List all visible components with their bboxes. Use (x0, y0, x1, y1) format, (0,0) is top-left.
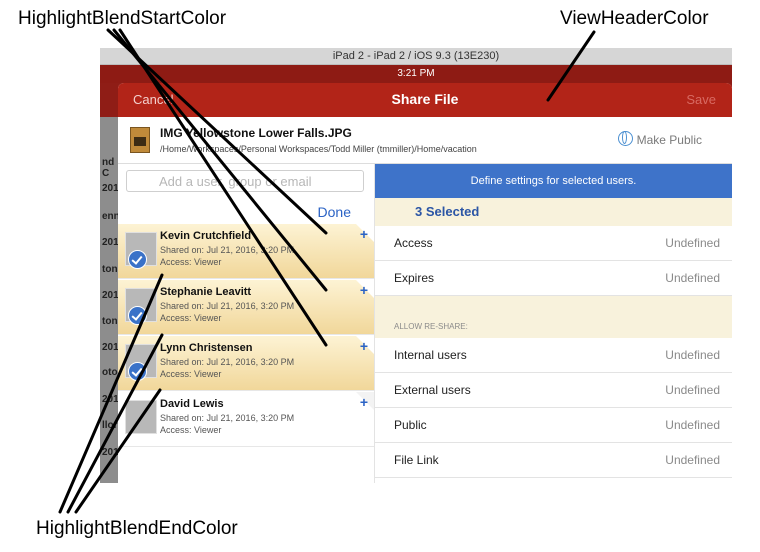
make-public-button[interactable]: Make Public (617, 131, 702, 147)
access-level: Access: Viewer (160, 257, 222, 267)
user-row[interactable]: Lynn Christensen Shared on: Jul 21, 2016… (118, 336, 374, 391)
selected-check-icon[interactable] (128, 306, 147, 325)
user-row[interactable]: David Lewis Shared on: Jul 21, 2016, 3:2… (118, 392, 374, 447)
user-name: Lynn Christensen (160, 342, 253, 354)
user-list-pane: Add a user, group or email Done Kevin Cr… (118, 164, 375, 483)
setting-value: Undefined (665, 348, 720, 362)
plus-icon[interactable]: + (360, 394, 368, 410)
make-public-label: Make Public (636, 133, 702, 147)
share-file-modal: Cancel Share File Save IMG Yellowstone L… (118, 83, 732, 483)
done-button[interactable]: Done (318, 204, 351, 220)
setting-row-expires[interactable]: Expires Undefined (375, 261, 732, 296)
setting-value: Undefined (665, 271, 720, 285)
setting-value: Undefined (665, 418, 720, 432)
setting-value: Undefined (665, 453, 720, 467)
avatar (125, 400, 157, 434)
plus-icon[interactable]: + (360, 338, 368, 354)
setting-value: Undefined (665, 383, 720, 397)
modal-header: Cancel Share File Save (118, 83, 732, 117)
plus-icon[interactable]: + (360, 226, 368, 242)
setting-value: Undefined (665, 236, 720, 250)
setting-row-internal-users[interactable]: Internal users Undefined (375, 338, 732, 373)
user-row[interactable]: Kevin Crutchfield Shared on: Jul 21, 201… (118, 224, 374, 279)
selected-count: 3 Selected (375, 198, 732, 226)
selected-check-icon[interactable] (128, 250, 147, 269)
selected-check-icon[interactable] (128, 362, 147, 381)
setting-label: Access (394, 236, 433, 250)
add-user-input[interactable]: Add a user, group or email (126, 170, 364, 192)
user-row[interactable]: Stephanie Leavitt Shared on: Jul 21, 201… (118, 280, 374, 335)
access-level: Access: Viewer (160, 425, 222, 435)
setting-label: File Link (394, 453, 439, 467)
globe-icon (617, 131, 633, 146)
settings-pane: Define settings for selected users. 3 Se… (375, 164, 732, 483)
access-level: Access: Viewer (160, 313, 222, 323)
file-name: IMG Yellowstone Lower Falls.JPG (160, 126, 352, 140)
access-level: Access: Viewer (160, 369, 222, 379)
reshare-label: ALLOW RE-SHARE: (394, 322, 468, 331)
modal-title: Share File (391, 91, 459, 107)
file-info: IMG Yellowstone Lower Falls.JPG /Home/Wo… (118, 117, 732, 164)
status-bar-time: 3:21 PM (100, 65, 732, 83)
shared-date: Shared on: Jul 21, 2016, 3:20 PM (160, 413, 295, 423)
shared-date: Shared on: Jul 21, 2016, 3:20 PM (160, 301, 295, 311)
shared-date: Shared on: Jul 21, 2016, 3:20 PM (160, 357, 295, 367)
plus-icon[interactable]: + (360, 282, 368, 298)
setting-label: Expires (394, 271, 435, 285)
user-name: David Lewis (160, 398, 224, 410)
setting-label: Internal users (394, 348, 467, 362)
user-name: Kevin Crutchfield (160, 230, 252, 242)
define-settings-banner: Define settings for selected users. (375, 164, 732, 198)
background-list-strip: nd C 2014 enny 2014 tons 2014 tons 2014 … (100, 117, 125, 483)
bg-text: llor (102, 420, 118, 431)
callout-view-header: ViewHeaderColor (560, 8, 709, 29)
setting-row-public[interactable]: Public Undefined (375, 408, 732, 443)
shared-date: Shared on: Jul 21, 2016, 3:20 PM (160, 245, 295, 255)
simulator-title-bar: iPad 2 - iPad 2 / iOS 9.3 (13E230) (100, 48, 732, 65)
setting-row-file-link[interactable]: File Link Undefined (375, 443, 732, 478)
file-path: /Home/Workspaces/Personal Workspaces/Tod… (160, 144, 477, 154)
setting-row-access[interactable]: Access Undefined (375, 226, 732, 261)
callout-highlight-end: HighlightBlendEndColor (36, 518, 238, 539)
callout-highlight-start: HighlightBlendStartColor (18, 8, 227, 29)
save-button[interactable]: Save (686, 92, 716, 107)
reshare-section-header: ALLOW RE-SHARE: (375, 296, 732, 338)
user-name: Stephanie Leavitt (160, 286, 252, 298)
image-file-icon (130, 127, 150, 153)
setting-label: Public (394, 418, 427, 432)
setting-row-external-users[interactable]: External users Undefined (375, 373, 732, 408)
setting-label: External users (394, 383, 471, 397)
